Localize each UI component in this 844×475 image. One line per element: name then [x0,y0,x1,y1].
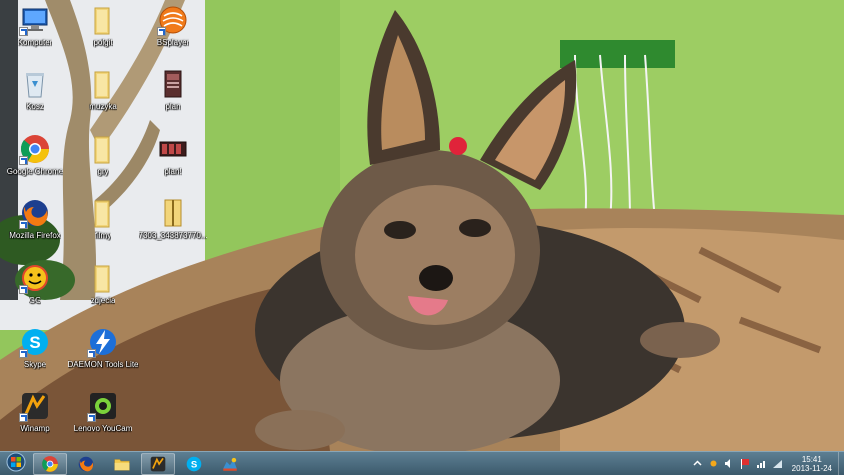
desktop-icon-plan[interactable]: plan [138,68,208,128]
system-tray: 15:41 2013-11-24 [690,451,844,475]
daemon-tools-icon [87,326,119,358]
desktop-icon-label: zdjecia [90,296,116,305]
desktop-icon-muzyka[interactable]: muzyka [68,68,138,128]
desktop-icon-mozilla-firefox[interactable]: Mozilla Firefox [0,197,70,257]
desktop-icon-label: muzyka [89,102,117,111]
computer-icon [19,4,51,36]
desktop-icon-gg[interactable]: GG [0,262,70,322]
svg-text:S: S [29,333,40,352]
recycle-bin-icon [19,68,51,100]
firefox-icon [19,197,51,229]
folder-icon [87,133,119,165]
desktop-icon-archive[interactable]: 7303_343873770... [138,197,208,257]
winamp-icon [19,390,51,422]
taskbar: S 15:41 2013-11-24 [0,451,844,475]
desktop-icon-kosz[interactable]: Kosz [0,68,70,128]
taskbar-item-skype[interactable]: S [177,453,211,475]
folder-icon [87,68,119,100]
desktop-icon-label: Komputer [17,38,53,47]
desktop-icon-label: gry [97,167,109,176]
paint-icon [221,455,239,473]
desktop-icon-gry[interactable]: gry [68,133,138,193]
taskbar-item-chrome[interactable] [33,452,67,475]
gg-icon [19,262,51,294]
desktop-icon-zdjecia[interactable]: zdjecia [68,262,138,322]
desktop-icon-label: plan! [164,167,182,176]
taskbar-clock[interactable]: 15:41 2013-11-24 [786,455,838,473]
desktop-icon-label: GG [28,296,42,305]
chrome-icon [19,133,51,165]
bsplayer-icon [157,4,189,36]
taskbar-item-explorer[interactable] [105,453,139,475]
desktop-icon-filmy[interactable]: filmy [68,197,138,257]
skype-icon: S [19,326,51,358]
firefox-icon [77,455,95,473]
taskbar-item-winamp[interactable] [141,452,175,475]
clock-date: 2013-11-24 [791,463,832,473]
start-button[interactable] [0,452,32,475]
taskbar-item-paint[interactable] [213,453,247,475]
desktop-icon-winamp[interactable]: Winamp [0,390,70,450]
skype-icon: S [185,455,203,473]
chrome-icon [41,455,59,473]
desktop-icon-label: Skype [23,360,47,369]
winamp-icon [149,455,167,473]
desktop-icon-label: Mozilla Firefox [9,231,61,240]
desktop-icon-daemon-tools-lite[interactable]: DAEMON Tools Lite [67,326,139,386]
desktop-icon-label: Winamp [20,424,50,433]
taskbar-item-firefox[interactable] [69,453,103,475]
desktop-icon-label: Google Chrome [6,167,64,176]
show-desktop-button[interactable] [838,451,844,475]
folder-icon [113,455,131,473]
desktop-icon-skype[interactable]: S Skype [0,326,70,386]
webcam-icon [87,390,119,422]
folder-icon [87,197,119,229]
action-center-flag-icon[interactable] [740,458,752,470]
desktop-icon-plan-2[interactable]: plan! [138,133,208,193]
desktop-icon-lenovo-youcam[interactable]: Lenovo YouCam [68,390,138,450]
clock-time: 15:41 [801,454,822,464]
desktop-icon-label: Lenovo YouCam [73,424,133,433]
windows-logo-icon [6,452,26,475]
desktop-icon-polgit[interactable]: polgit [68,4,138,64]
desktop-icon-bsplayer[interactable]: BSplayer [138,4,208,64]
folder-icon [87,4,119,36]
document-icon [157,68,189,100]
signal-bars-icon[interactable] [772,458,784,470]
desktop-icon-label: polgit [93,38,113,47]
desktop-icon-label: BSplayer [156,38,190,47]
speaker-icon[interactable] [724,458,736,470]
archive-icon [157,197,189,229]
svg-text:S: S [191,459,197,470]
show-hidden-icons-icon[interactable] [692,458,704,470]
desktop-icon-label: Kosz [26,102,44,111]
desktop-icon-google-chrome[interactable]: Google Chrome [0,133,70,193]
sun-icon[interactable] [708,458,720,470]
desktop-icon-label: filmy [94,231,112,240]
network-icon[interactable] [756,458,768,470]
folder-icon [87,262,119,294]
desktop-icon-komputer[interactable]: Komputer [0,4,70,64]
desktop-icon-label: plan [165,102,181,111]
document-icon [157,133,189,165]
desktop-icon-label: 7303_343873770... [138,231,208,240]
desktop-icon-label: DAEMON Tools Lite [67,360,139,369]
